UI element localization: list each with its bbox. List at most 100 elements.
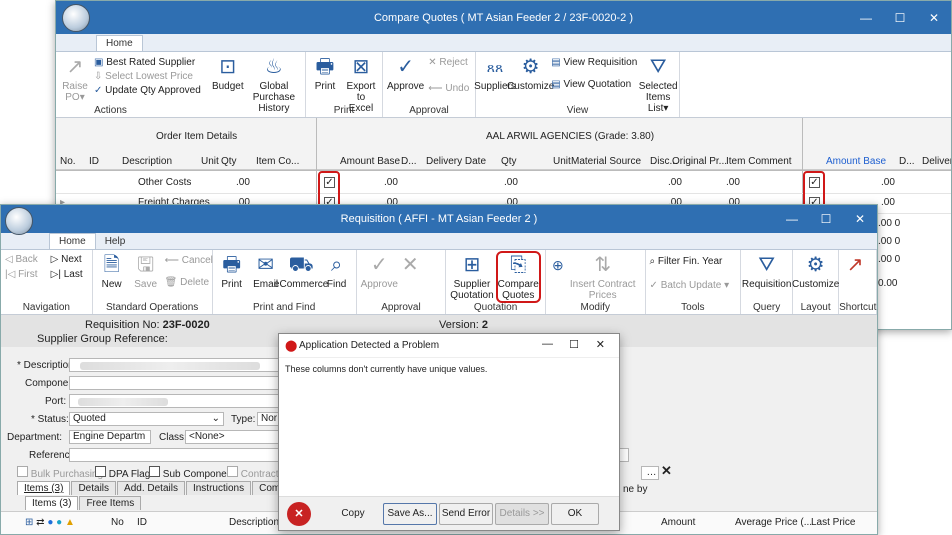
grid-view-icon[interactable]: ⊞: [25, 517, 33, 528]
dpa-flag[interactable]: DPA Flag: [95, 466, 150, 480]
detail-tab[interactable]: Details: [71, 481, 117, 495]
back-button[interactable]: ◁ Back: [5, 254, 43, 265]
class-select[interactable]: <None>: [185, 430, 279, 444]
item-col-header[interactable]: No: [111, 517, 124, 528]
ok-button[interactable]: OK: [551, 503, 599, 525]
right-field[interactable]: [619, 448, 629, 462]
req-approve-button[interactable]: ✓ Approve: [361, 253, 398, 290]
component-field[interactable]: [69, 376, 279, 390]
attach-icon: ⊕: [552, 257, 564, 273]
item-col-header[interactable]: Description: [229, 517, 279, 528]
close-icon[interactable]: ✕: [917, 11, 951, 25]
next-button[interactable]: ▷ Next: [51, 254, 88, 265]
item-subtab[interactable]: Free Items: [79, 496, 142, 510]
select-lowest-price-button[interactable]: ⇩ Select Lowest Price: [94, 71, 201, 82]
col-header[interactable]: Material Source: [571, 156, 641, 167]
copy-button[interactable]: Copy: [325, 503, 381, 525]
cancel-button[interactable]: ⟵ Cancel: [165, 255, 213, 266]
save-button[interactable]: 🖫 Save: [131, 253, 161, 290]
col-header[interactable]: D...: [401, 156, 417, 167]
item-col-header[interactable]: ID: [137, 517, 147, 528]
port-field[interactable]: [69, 394, 279, 408]
detail-tab[interactable]: Items (3): [17, 481, 71, 495]
first-button[interactable]: |◁ First: [5, 269, 43, 280]
dpa-checkbox[interactable]: [95, 466, 106, 477]
status-select[interactable]: Quoted ⌄: [69, 412, 224, 426]
col-header[interactable]: Unit: [201, 156, 219, 167]
req-close-icon[interactable]: ✕: [843, 212, 877, 226]
shortcut-button[interactable]: ↗: [843, 253, 867, 279]
col-header[interactable]: Delivery: [922, 156, 951, 167]
department-select[interactable]: Engine Departm: [69, 430, 151, 444]
minimize-icon[interactable]: —: [849, 11, 883, 25]
col-header[interactable]: Description: [122, 156, 172, 167]
details-button[interactable]: Details >>: [495, 503, 549, 525]
req-query-button[interactable]: ⛛ Requisition: [742, 253, 791, 290]
sub-component-checkbox[interactable]: [149, 466, 160, 477]
req-customize-button[interactable]: ⚙ Customize: [792, 253, 839, 290]
req-tab-home[interactable]: Home: [49, 233, 96, 249]
dialog-close-icon[interactable]: ✕: [596, 338, 605, 351]
detail-tab[interactable]: Add. Details: [117, 481, 185, 495]
clear-x-icon[interactable]: ✕: [661, 463, 672, 479]
req-maximize-icon[interactable]: ☐: [809, 212, 843, 226]
col-header[interactable]: ID: [89, 156, 99, 167]
req-reject-button[interactable]: ✕: [402, 253, 419, 290]
bulk-checkbox[interactable]: [17, 466, 28, 477]
tab-ne-by[interactable]: ne by: [623, 484, 647, 495]
req-tab-help[interactable]: Help: [96, 234, 135, 249]
col-header[interactable]: Delivery Date: [426, 156, 486, 167]
save-as-button[interactable]: Save As...: [383, 503, 437, 525]
contract-checkbox[interactable]: [227, 466, 238, 477]
col-header[interactable]: No.: [60, 156, 76, 167]
bulk-purchasing-flag[interactable]: Bulk Purchasing: [17, 466, 103, 480]
compare-quotes-button[interactable]: ⎘ Compare Quotes: [495, 251, 541, 303]
req-print-button[interactable]: 🖶 Print: [217, 253, 247, 290]
col-header[interactable]: Amount Base: [826, 156, 886, 167]
new-button[interactable]: 🗎 New: [97, 253, 127, 290]
col-header[interactable]: Qty: [221, 156, 237, 167]
filter-fin-year-button[interactable]: ⌕ Filter Fin. Year: [650, 256, 737, 267]
col-header[interactable]: Unit: [553, 156, 571, 167]
save-icon: 🖫: [137, 254, 155, 276]
type-select[interactable]: Nor: [257, 412, 279, 426]
best-rated-supplier-button[interactable]: ▣ Best Rated Supplier: [94, 57, 201, 68]
col-header[interactable]: D...: [899, 156, 915, 167]
last-button[interactable]: ▷| Last: [51, 269, 88, 280]
ecommerce-button[interactable]: ⛟ eCommerce: [274, 253, 328, 290]
supplier-quotation-button[interactable]: ⊞ Supplier Quotation: [450, 253, 493, 301]
view-quotation-button[interactable]: ▤ View Quotation: [551, 79, 637, 90]
find-button[interactable]: ⌕ Find: [322, 253, 352, 290]
ellipsis-button[interactable]: …: [641, 466, 659, 480]
dialog-maximize-icon[interactable]: ☐: [569, 338, 579, 351]
req-minimize-icon[interactable]: —: [775, 212, 809, 226]
item-col-header[interactable]: Amount: [661, 517, 695, 528]
insert-contract-prices-button[interactable]: ⇅ Insert Contract Prices: [570, 253, 636, 301]
item-col-header[interactable]: Last Price: [811, 517, 855, 528]
tab-home[interactable]: Home: [96, 35, 143, 51]
dialog-minimize-icon[interactable]: —: [542, 338, 553, 350]
undo-button[interactable]: ⟵ Undo: [428, 83, 469, 94]
modify-attach-button[interactable]: ⊕: [550, 253, 566, 301]
item-col-header[interactable]: Average Price (...: [735, 517, 812, 528]
batch-update-button[interactable]: ✓ Batch Update ▾: [650, 280, 737, 291]
maximize-icon[interactable]: ☐: [883, 11, 917, 25]
detail-tab[interactable]: Instructions: [185, 481, 252, 495]
col-header[interactable]: Original Pr...: [672, 156, 727, 167]
sub-component-flag[interactable]: Sub Component: [149, 466, 235, 480]
view-requisition-button[interactable]: ▤ View Requisition: [551, 57, 637, 68]
col-header[interactable]: Amount Base: [340, 156, 400, 167]
reject-button[interactable]: ✕ Reject: [428, 57, 469, 68]
col-header[interactable]: Item Comment: [726, 156, 792, 167]
description-field[interactable]: [69, 358, 279, 372]
col-header[interactable]: Qty: [501, 156, 517, 167]
send-error-button[interactable]: Send Error: [439, 503, 493, 525]
cq-approve-button[interactable]: ✓ Approve: [387, 55, 424, 94]
item-subtab[interactable]: Items (3): [25, 496, 79, 510]
update-qty-approved-button[interactable]: ✓ Update Qty Approved: [94, 85, 201, 96]
reference-field[interactable]: [69, 448, 279, 462]
refresh-icon[interactable]: ⇄: [36, 517, 44, 528]
delete-button[interactable]: 🗑 Delete: [165, 277, 213, 288]
contract-flag[interactable]: Contract: [227, 466, 279, 480]
col-header[interactable]: Item Co...: [256, 156, 299, 167]
